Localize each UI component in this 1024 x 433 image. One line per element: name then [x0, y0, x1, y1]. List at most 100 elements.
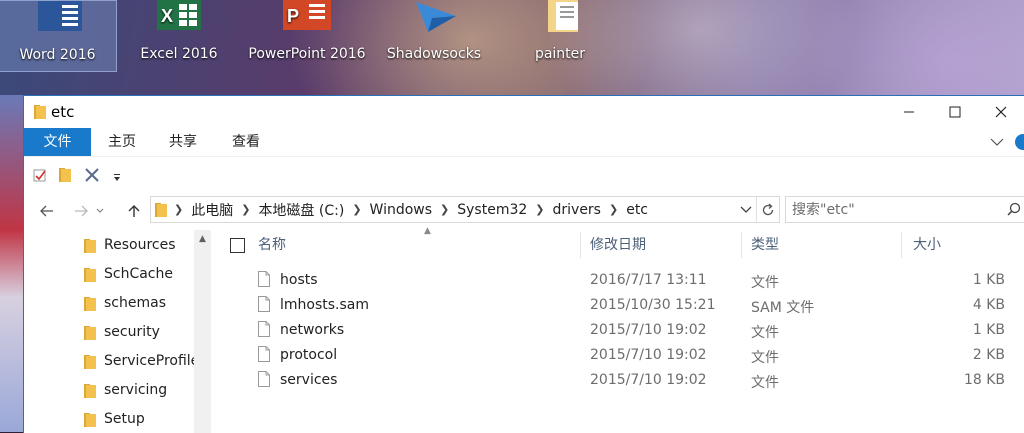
desktop-icon-label: Excel 2016 — [140, 46, 218, 62]
breadcrumb-system32[interactable]: System32 — [452, 202, 532, 218]
folder-icon — [84, 355, 96, 373]
nav-item-schcache[interactable]: SchCache — [24, 261, 212, 289]
desktop-icon-label: PowerPoint 2016 — [248, 46, 366, 62]
nav-item-setup[interactable]: Setup — [24, 406, 212, 433]
file-type: 文件 — [751, 375, 779, 391]
up-button[interactable] — [123, 200, 145, 222]
file-icon — [258, 271, 270, 291]
properties-icon[interactable] — [33, 168, 47, 186]
table-row[interactable]: hosts 2016/7/17 13:11 文件 1 KB — [212, 268, 1024, 293]
file-modified: 2016/7/17 13:11 — [590, 272, 707, 288]
delete-icon[interactable] — [85, 168, 99, 186]
tab-view[interactable]: 查看 — [223, 128, 269, 156]
refresh-icon[interactable] — [756, 197, 779, 222]
file-size: 2 KB — [972, 347, 1005, 363]
recent-locations-icon[interactable] — [93, 200, 107, 222]
folder-icon — [84, 297, 96, 315]
chevron-right-icon[interactable]: ❯ — [532, 203, 547, 216]
search-input[interactable] — [786, 200, 1000, 219]
desktop-icon-word[interactable]: Word 2016 — [0, 0, 117, 72]
desktop-icon-powerpoint[interactable]: P PowerPoint 2016 — [247, 0, 367, 70]
tab-share[interactable]: 共享 — [160, 128, 206, 156]
desktop-background-strip — [0, 95, 24, 432]
title-bar[interactable]: etc — [24, 96, 1024, 128]
paper-plane-icon — [408, 0, 460, 34]
explorer-window: etc 文件 主页 共享 查看 ❯ 此电脑 ❯ 本地磁盘 (C:) ❯ Wind… — [23, 95, 1024, 433]
table-row[interactable]: services 2015/7/10 19:02 文件 18 KB — [212, 368, 1024, 393]
nav-item-label: Setup — [104, 411, 145, 427]
nav-item-label: security — [104, 324, 160, 340]
file-modified: 2015/7/10 19:02 — [590, 372, 707, 388]
column-header-type[interactable]: 类型 — [751, 230, 901, 260]
breadcrumb-windows[interactable]: Windows — [365, 202, 438, 218]
forward-button[interactable] — [70, 200, 92, 222]
tab-home[interactable]: 主页 — [97, 128, 147, 156]
close-button[interactable] — [978, 96, 1024, 128]
desktop-icon-excel[interactable]: X Excel 2016 — [121, 0, 237, 70]
back-button[interactable] — [36, 200, 58, 222]
file-modified: 2015/7/10 19:02 — [590, 347, 707, 363]
file-type: 文件 — [751, 350, 779, 366]
column-header-name[interactable]: 名称 — [258, 230, 578, 260]
file-name: lmhosts.sam — [280, 297, 370, 313]
desktop-icon-label: Word 2016 — [19, 47, 96, 63]
minimize-button[interactable] — [886, 96, 932, 128]
nav-item-servicing[interactable]: servicing — [24, 377, 212, 405]
breadcrumb-this-pc[interactable]: 此电脑 — [186, 200, 238, 220]
folder-icon — [84, 268, 96, 286]
tab-file[interactable]: 文件 — [24, 128, 91, 156]
chevron-right-icon[interactable]: ❯ — [171, 203, 186, 216]
scroll-up-icon[interactable]: ▲ — [194, 234, 211, 244]
chevron-right-icon[interactable]: ❯ — [349, 203, 364, 216]
desktop-icon-painter[interactable]: painter — [502, 0, 618, 70]
chevron-right-icon[interactable]: ❯ — [606, 203, 621, 216]
search-box — [785, 196, 1024, 223]
ribbon-tabs: 文件 主页 共享 查看 — [24, 128, 1024, 156]
breadcrumb-etc[interactable]: etc — [621, 202, 653, 218]
breadcrumb-local-disk[interactable]: 本地磁盘 (C:) — [253, 200, 349, 220]
nav-item-schemas[interactable]: schemas — [24, 290, 212, 318]
nav-item-security[interactable]: security — [24, 319, 212, 347]
column-divider[interactable] — [580, 232, 581, 258]
column-divider[interactable] — [741, 232, 742, 258]
breadcrumb-drivers[interactable]: drivers — [548, 202, 606, 218]
file-modified: 2015/10/30 15:21 — [590, 297, 716, 313]
new-folder-icon[interactable] — [59, 168, 71, 186]
file-name: networks — [280, 322, 345, 338]
desktop-icon-shadowsocks[interactable]: Shadowsocks — [376, 0, 492, 70]
column-divider[interactable] — [901, 232, 902, 258]
nav-item-serviceprofiles[interactable]: ServiceProfiles — [24, 348, 212, 376]
quick-access-toolbar — [24, 156, 1024, 192]
help-icon[interactable] — [1013, 132, 1024, 152]
svg-text:P: P — [287, 6, 299, 26]
chevron-right-icon[interactable]: ❯ — [437, 203, 452, 216]
address-dropdown-icon[interactable] — [736, 202, 756, 218]
folder-icon — [34, 105, 46, 123]
file-type: 文件 — [751, 275, 779, 291]
column-header-modified[interactable]: 修改日期 — [590, 230, 740, 260]
chevron-down-icon[interactable] — [987, 132, 1007, 152]
nav-item-label: SchCache — [104, 266, 173, 282]
nav-item-resources[interactable]: Resources — [24, 232, 212, 260]
chevron-right-icon[interactable]: ❯ — [238, 203, 253, 216]
folder-icon — [84, 413, 96, 431]
table-row[interactable]: lmhosts.sam 2015/10/30 15:21 SAM 文件 4 KB — [212, 293, 1024, 318]
file-name: protocol — [280, 347, 338, 363]
word-icon — [32, 1, 84, 35]
table-row[interactable]: protocol 2015/7/10 19:02 文件 2 KB — [212, 343, 1024, 368]
column-header-size[interactable]: 大小 — [913, 230, 1013, 260]
file-type: SAM 文件 — [751, 300, 815, 316]
nav-item-label: schemas — [104, 295, 166, 311]
desktop-icon-label: painter — [534, 46, 586, 62]
customize-dropdown-icon[interactable] — [113, 170, 121, 186]
file-icon — [258, 346, 270, 366]
folder-icon — [151, 202, 171, 217]
maximize-button[interactable] — [932, 96, 978, 128]
nav-pane-scrollbar[interactable]: ▲ — [194, 230, 211, 433]
folder-icon — [534, 0, 586, 34]
select-all-checkbox[interactable] — [230, 238, 245, 253]
table-row[interactable]: networks 2015/7/10 19:02 文件 1 KB — [212, 318, 1024, 343]
search-icon[interactable] — [1007, 202, 1021, 220]
address-bar[interactable]: ❯ 此电脑 ❯ 本地磁盘 (C:) ❯ Windows ❯ System32 ❯… — [150, 196, 780, 223]
folder-icon — [84, 239, 96, 257]
